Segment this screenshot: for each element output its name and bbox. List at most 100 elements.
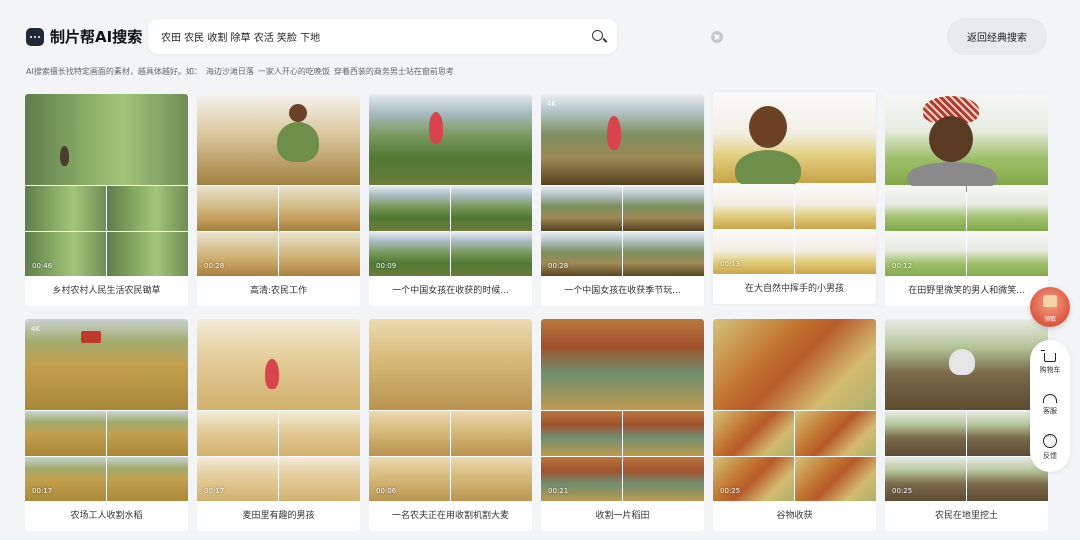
video-title[interactable]: 在田野里微笑的男人和微笑... — [885, 276, 1048, 306]
farmer-figure — [277, 122, 319, 162]
thumbnail-frame — [623, 411, 704, 456]
gift-button[interactable]: 领取 — [1030, 287, 1070, 327]
chat-bubble-icon — [26, 27, 44, 46]
video-title[interactable]: 在大自然中挥手的小男孩 — [713, 274, 876, 304]
thumbnail-frame — [541, 411, 622, 456]
video-thumbnail[interactable]: 00:25 — [713, 319, 876, 501]
video-card[interactable]: 00:06 一名农夫正在用收割机割大麦 — [369, 319, 532, 531]
farmer-figure — [60, 146, 69, 166]
duration-label: 00:17 — [204, 487, 225, 495]
thumbnail-frame — [795, 457, 876, 501]
thumbnail-frame — [885, 94, 1048, 192]
back-to-classic-search-button[interactable]: 返回经典搜索 — [947, 18, 1047, 55]
video-title[interactable]: 乡村农村人民生活农民锄草 — [25, 276, 188, 306]
farmer-figure — [949, 349, 975, 375]
video-thumbnail[interactable]: 00:28 — [197, 94, 360, 276]
video-thumbnail[interactable]: 00:25 — [885, 319, 1048, 501]
video-thumbnail[interactable]: 00:46 — [25, 94, 188, 276]
video-title[interactable]: 收割一片稻田 — [541, 501, 704, 531]
resolution-badge: 4K — [547, 100, 557, 108]
video-title[interactable]: 一个中国女孩在收获季节玩... — [541, 276, 704, 306]
thumbnail-frame — [967, 186, 1048, 231]
girl-figure — [429, 112, 443, 144]
duration-label: 00:06 — [376, 487, 397, 495]
thumbnail-frame — [107, 232, 188, 276]
video-thumbnail[interactable]: 00:21 — [541, 319, 704, 501]
video-card[interactable]: 00:21 收割一片稻田 — [541, 319, 704, 531]
search-hint: AI搜索擅长找特定画面的素材，越具体越好。如： 海边沙滩日落 一家人开心的吃晚饭 穿着… — [26, 66, 458, 77]
thumbnail-frame — [885, 319, 1048, 410]
clear-icon[interactable] — [711, 31, 723, 43]
video-card[interactable]: 4K 00:17 农场工人收割水稻 — [25, 319, 188, 531]
search-icon[interactable] — [592, 30, 603, 41]
video-card[interactable]: 00:28 高清:农民工作 — [197, 94, 360, 306]
feedback-label: 反馈 — [1043, 452, 1057, 460]
feedback-icon — [1043, 432, 1057, 448]
video-card[interactable]: 00:13 在大自然中挥手的小男孩 — [713, 92, 876, 304]
video-card[interactable]: 00:25 谷物收获 — [713, 319, 876, 531]
boy-head — [749, 106, 787, 148]
video-card[interactable]: 00:46 乡村农村人民生活农民锄草 — [25, 94, 188, 306]
video-thumbnail[interactable]: 00:06 — [369, 319, 532, 501]
video-title[interactable]: 农场工人收割水稻 — [25, 501, 188, 531]
video-thumbnail[interactable]: 00:13 — [713, 92, 876, 274]
thumbnail-frame — [541, 186, 622, 231]
video-title[interactable]: 高清:农民工作 — [197, 276, 360, 306]
thumbnail-frame — [25, 186, 106, 231]
thumbnail-frame — [369, 94, 532, 185]
thumbnail-frame — [541, 94, 704, 185]
video-title[interactable]: 谷物收获 — [713, 501, 876, 531]
video-thumbnail[interactable]: 00:09 — [369, 94, 532, 276]
thumbnail-frame — [967, 232, 1048, 276]
thumbnail-frame — [25, 319, 188, 410]
logo[interactable]: 制片帮AI搜索 — [26, 26, 142, 47]
thumbnail-frame — [197, 411, 278, 456]
video-thumbnail[interactable]: 4K 00:28 — [541, 94, 704, 276]
duration-label: 00:13 — [720, 260, 741, 268]
video-card[interactable]: 00:17 麦田里有趣的男孩 — [197, 319, 360, 531]
thumbnail-frame — [451, 232, 532, 276]
duration-label: 00:17 — [32, 487, 53, 495]
hint-example[interactable]: 一家人开心的吃晚饭 — [258, 67, 330, 76]
thumbnail-frame — [279, 457, 360, 501]
hint-example[interactable]: 海边沙滩日落 — [206, 67, 254, 76]
duration-label: 00:28 — [204, 262, 225, 270]
video-thumbnail[interactable]: 00:17 — [197, 319, 360, 501]
video-card[interactable]: 00:12 在田野里微笑的男人和微笑... — [885, 94, 1048, 306]
thumbnail-frame — [713, 319, 876, 410]
cart-button[interactable]: 购物车 — [1030, 350, 1070, 375]
thumbnail-frame — [713, 411, 794, 456]
video-thumbnail[interactable]: 4K 00:17 — [25, 319, 188, 501]
duration-label: 00:12 — [892, 262, 913, 270]
boy-figure — [265, 359, 279, 389]
video-title[interactable]: 一个中国女孩在收获的时候... — [369, 276, 532, 306]
video-card[interactable]: 00:09 一个中国女孩在收获的时候... — [369, 94, 532, 306]
girl-figure — [607, 116, 621, 150]
farmer-head — [289, 104, 307, 122]
video-title[interactable]: 农民在地里挖土 — [885, 501, 1048, 531]
thumbnail-frame — [279, 186, 360, 231]
video-card[interactable]: 4K 00:28 一个中国女孩在收获季节玩... — [541, 94, 704, 306]
cart-icon — [1041, 350, 1056, 362]
feedback-button[interactable]: 反馈 — [1030, 432, 1070, 461]
video-title[interactable]: 麦田里有趣的男孩 — [197, 501, 360, 531]
thumbnail-frame — [107, 411, 188, 456]
hint-example[interactable]: 穿着西装的商务男士站在窗前思考 — [334, 67, 454, 76]
hint-prefix: AI搜索擅长找特定画面的素材，越具体越好。如： — [26, 67, 202, 76]
header: 制片帮AI搜索 返回经典搜索 AI搜索擅长找特定画面的素材，越具体越好。如： 海边… — [0, 0, 1080, 95]
video-title[interactable]: 一名农夫正在用收割机割大麦 — [369, 501, 532, 531]
thumbnail-frame — [451, 411, 532, 456]
search-bar — [148, 19, 723, 54]
thumbnail-frame — [451, 457, 532, 501]
search-input[interactable] — [161, 19, 551, 54]
video-card[interactable]: 00:25 农民在地里挖土 — [885, 319, 1048, 531]
thumbnail-frame — [795, 411, 876, 456]
thumbnail-frame — [25, 94, 188, 185]
cart-label: 购物车 — [1039, 366, 1061, 374]
man-head — [929, 116, 973, 162]
thumbnail-frame — [197, 319, 360, 410]
video-thumbnail[interactable]: 00:12 — [885, 94, 1048, 276]
thumbnail-frame — [279, 232, 360, 276]
thumbnail-frame — [369, 411, 450, 456]
customer-service-button[interactable]: 客服 — [1030, 392, 1070, 416]
